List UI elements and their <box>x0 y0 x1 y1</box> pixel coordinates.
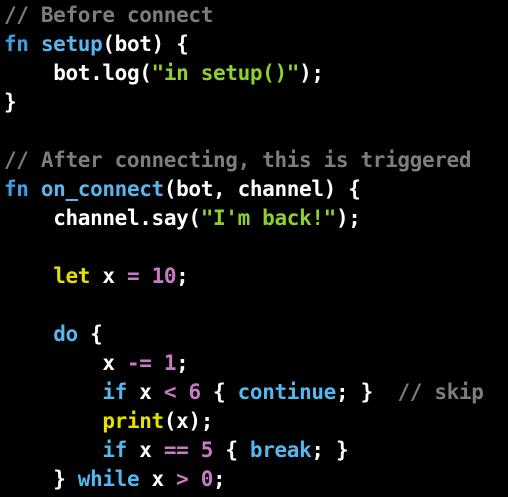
code-block: // Before connect fn setup(bot) { bot.log… <box>4 1 484 494</box>
code-text: (bot) { <box>102 32 189 56</box>
code-text: ; <box>176 351 189 375</box>
code-text: { <box>77 322 103 346</box>
number-literal: 5 <box>200 438 214 462</box>
code-line-12: do { <box>4 320 484 349</box>
code-line-13: x -= 1; <box>4 349 484 378</box>
code-line-15: print(x); <box>4 407 484 436</box>
code-line-6: // After connecting, this is triggered <box>4 146 484 175</box>
code-line-4: } <box>4 88 484 117</box>
code-text: (bot, channel) { <box>163 177 361 201</box>
variable: x <box>90 264 127 288</box>
code-line-10: let x = 10; <box>4 262 484 291</box>
operator: -= <box>126 351 152 375</box>
keyword-do: do <box>53 322 78 346</box>
code-line-17: } while x > 0; <box>4 465 484 494</box>
keyword-let: let <box>53 264 91 288</box>
keyword-break: break <box>249 438 312 462</box>
function-name: on_connect <box>40 177 164 201</box>
keyword-continue: continue <box>237 380 337 404</box>
string-literal: "I'm back!" <box>200 206 337 230</box>
variable: x <box>126 438 164 462</box>
variable: x <box>102 351 127 375</box>
code-text: { <box>200 380 238 404</box>
code-line-1: // Before connect <box>4 1 484 30</box>
code-text: (x); <box>163 409 214 433</box>
keyword-if: if <box>102 380 127 404</box>
operator: > <box>176 467 189 491</box>
keyword-fn: fn <box>4 177 29 201</box>
comment: // Before connect <box>4 3 213 27</box>
code-line-2: fn setup(bot) { <box>4 30 484 59</box>
code-editor[interactable]: // Before connect fn setup(bot) { bot.log… <box>0 0 508 497</box>
operator: == <box>163 438 189 462</box>
code-text: } <box>4 90 17 114</box>
comment: // After connecting, this is triggered <box>4 148 472 172</box>
code-line-7: fn on_connect(bot, channel) { <box>4 175 484 204</box>
code-text: ; } <box>311 438 349 462</box>
number-literal: 10 <box>151 264 177 288</box>
code-text: bot.log( <box>53 61 152 85</box>
code-line-16: if x == 5 { break; } <box>4 436 484 465</box>
function-print: print <box>102 409 164 433</box>
code-text: } <box>53 467 78 491</box>
code-text: channel.say( <box>53 206 201 230</box>
string-literal: "in setup()" <box>151 61 300 85</box>
code-text: ; <box>213 467 226 491</box>
comment: // skip <box>397 380 484 404</box>
code-line-11-blank <box>4 291 484 320</box>
code-text: ; } <box>335 380 398 404</box>
code-text: { <box>213 438 250 462</box>
keyword-while: while <box>77 467 140 491</box>
code-line-3: bot.log("in setup()"); <box>4 59 484 88</box>
keyword-fn: fn <box>4 32 29 56</box>
code-line-5-blank <box>4 117 484 146</box>
code-text: ); <box>335 206 361 230</box>
code-line-9-blank <box>4 233 484 262</box>
keyword-if: if <box>102 438 127 462</box>
code-text: ); <box>299 61 324 85</box>
variable: x <box>139 467 177 491</box>
code-line-8: channel.say("I'm back!"); <box>4 204 484 233</box>
number-literal: 1 <box>163 351 177 375</box>
number-literal: 6 <box>188 380 201 404</box>
operator: < <box>163 380 177 404</box>
code-text: ; <box>176 264 189 288</box>
number-literal: 0 <box>200 467 214 491</box>
variable: x <box>126 380 164 404</box>
code-line-14: if x < 6 { continue; } // skip <box>4 378 484 407</box>
function-name: setup <box>40 32 103 56</box>
operator: = <box>126 264 140 288</box>
